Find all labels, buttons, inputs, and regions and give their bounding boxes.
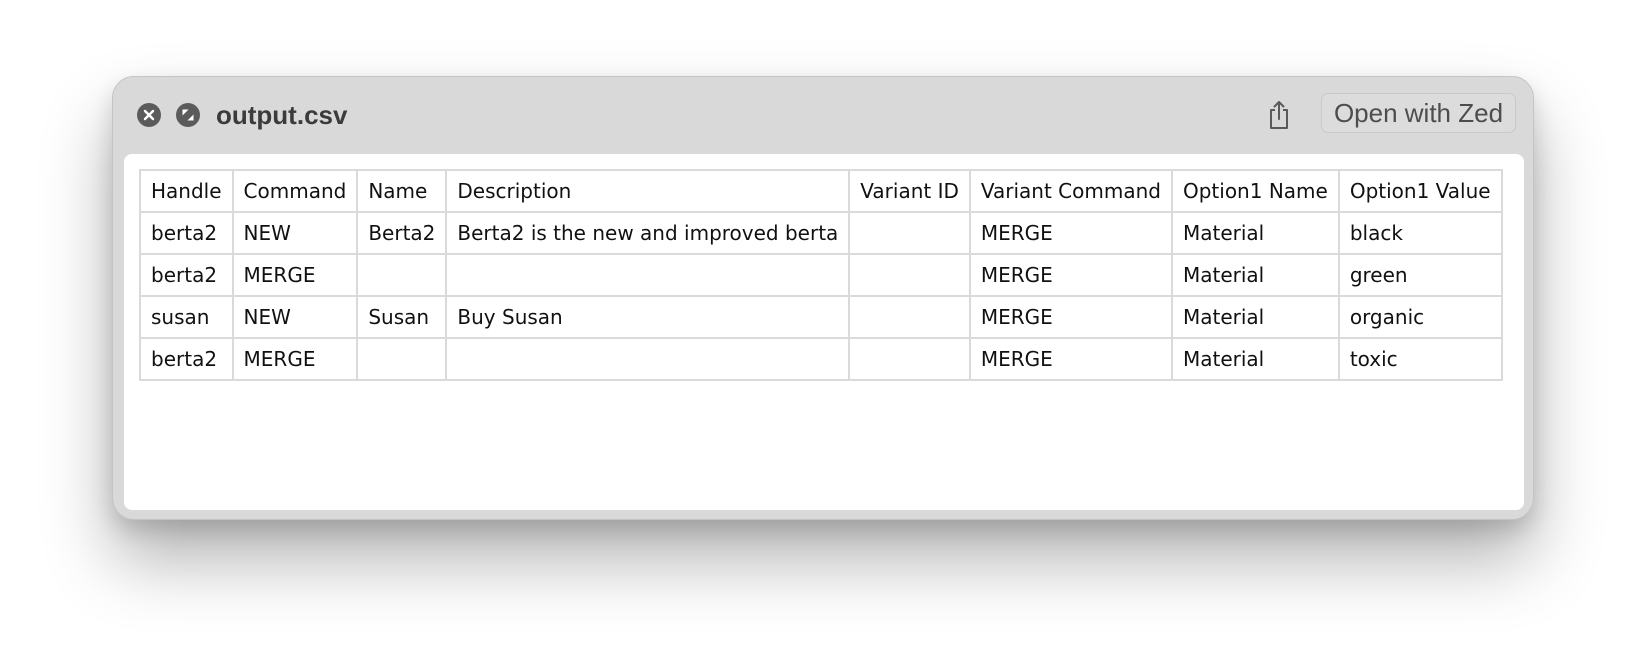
window-title: output.csv xyxy=(216,100,348,130)
share-button[interactable] xyxy=(1259,95,1299,135)
table-header-cell: Handle xyxy=(139,169,234,213)
table-cell: susan xyxy=(139,295,234,339)
table-cell: berta2 xyxy=(139,337,234,381)
table-header-cell: Option1 Name xyxy=(1170,169,1340,213)
table-cell xyxy=(356,337,448,381)
table-cell xyxy=(356,253,448,297)
table-cell: berta2 xyxy=(139,211,234,255)
table-cell: green xyxy=(1337,253,1503,297)
close-button[interactable] xyxy=(137,103,161,127)
table-cell xyxy=(848,337,971,381)
table-cell: MERGE xyxy=(968,253,1173,297)
table-cell xyxy=(848,253,971,297)
table-cell: Material xyxy=(1170,253,1340,297)
table-cell: organic xyxy=(1337,295,1503,339)
share-icon xyxy=(1270,101,1288,129)
title-bar: output.csv Open with Zed xyxy=(113,77,1533,153)
fullscreen-button[interactable] xyxy=(176,103,200,127)
table-cell: black xyxy=(1337,211,1503,255)
table-header-cell: Name xyxy=(356,169,448,213)
table-cell: Material xyxy=(1170,337,1340,381)
table-cell xyxy=(445,253,851,297)
table-cell: MERGE xyxy=(968,295,1173,339)
table-header-cell: Description xyxy=(445,169,851,213)
table-cell xyxy=(848,295,971,339)
table-cell: Susan xyxy=(356,295,448,339)
csv-preview: Handle Command Name Description Variant ID Va… xyxy=(124,154,1524,510)
table-header-row: Handle Command Name Description Variant ID Va… xyxy=(139,169,1503,213)
fullscreen-icon xyxy=(182,109,194,121)
table-header-cell: Option1 Value xyxy=(1337,169,1503,213)
table-cell: toxic xyxy=(1337,337,1503,381)
table-cell: Material xyxy=(1170,211,1340,255)
table-cell: Buy Susan xyxy=(445,295,851,339)
open-with-button[interactable]: Open with Zed xyxy=(1321,93,1516,133)
table-cell: MERGE xyxy=(231,253,359,297)
table-cell: Berta2 is the new and improved berta xyxy=(445,211,851,255)
table-row: berta2 MERGE MERGE Material toxic xyxy=(139,337,1503,381)
close-icon xyxy=(143,109,155,121)
table-cell: NEW xyxy=(231,211,359,255)
table-cell: MERGE xyxy=(968,211,1173,255)
quick-look-window: output.csv Open with Zed Handle Command Na… xyxy=(112,76,1534,520)
table-cell xyxy=(848,211,971,255)
table-cell: MERGE xyxy=(968,337,1173,381)
table-header-cell: Variant Command xyxy=(968,169,1173,213)
table-cell: MERGE xyxy=(231,337,359,381)
table-cell: Berta2 xyxy=(356,211,448,255)
csv-table: Handle Command Name Description Variant ID Va… xyxy=(139,169,1503,381)
table-cell: berta2 xyxy=(139,253,234,297)
table-cell xyxy=(445,337,851,381)
table-header-cell: Command xyxy=(231,169,359,213)
table-row: berta2 NEW Berta2 Berta2 is the new and imp… xyxy=(139,211,1503,255)
table-row: susan NEW Susan Buy Susan MERGE Material organ… xyxy=(139,295,1503,339)
table-cell: NEW xyxy=(231,295,359,339)
table-row: berta2 MERGE MERGE Material green xyxy=(139,253,1503,297)
table-cell: Material xyxy=(1170,295,1340,339)
table-header-cell: Variant ID xyxy=(848,169,971,213)
